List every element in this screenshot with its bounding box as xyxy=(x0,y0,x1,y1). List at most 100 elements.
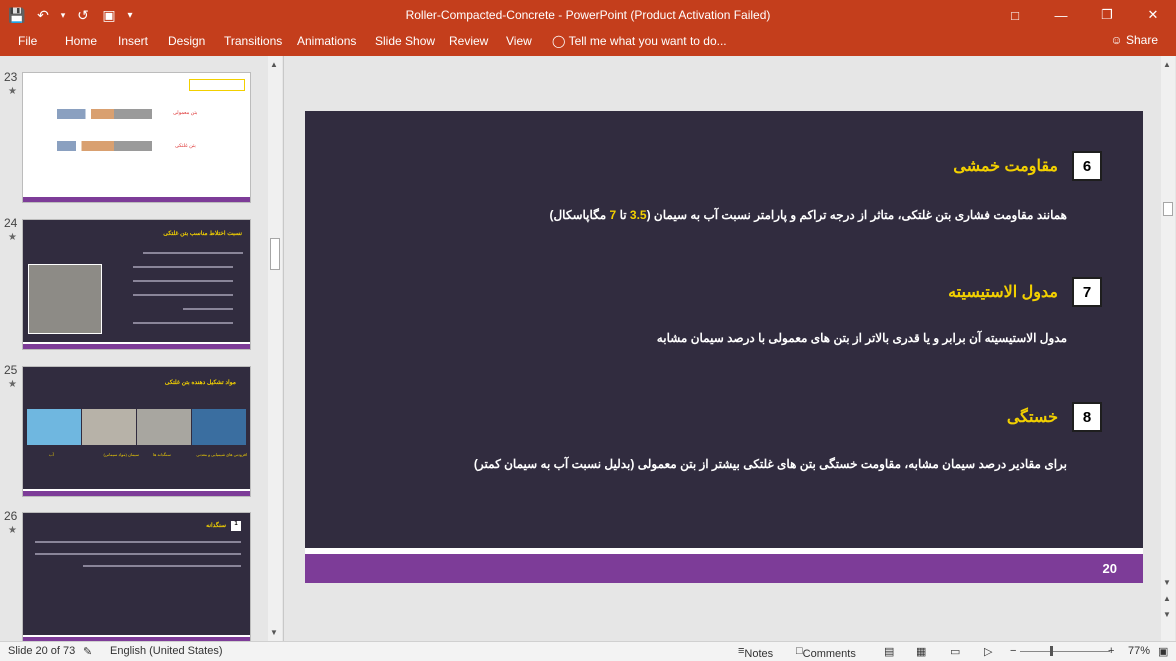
slide-item-7: 7 مدول الاستیسیته xyxy=(948,277,1102,307)
scroll-up-icon[interactable]: ▲ xyxy=(270,60,278,69)
current-slide[interactable]: 6 مقاومت خمشی همانند مقاومت فشاری بتن غل… xyxy=(305,111,1143,583)
slide-thumbnail-25[interactable]: مواد تشکیل دهنده بتن غلتکی افزودنی های ش… xyxy=(22,366,251,497)
thumbnail-text-line xyxy=(183,308,233,310)
thumbnail-caption: سیمان (مواد سیمانی) xyxy=(103,452,139,457)
thumbnail-number: 26 xyxy=(4,509,18,523)
slide-thumbnail-23[interactable]: بتن معمولی بتن غلتکی xyxy=(22,72,251,203)
animation-star-icon: ★ xyxy=(8,379,17,390)
slide-thumbnail-24[interactable]: نسبت اختلاط مناسب بتن غلتکی xyxy=(22,219,251,350)
reading-view-icon[interactable]: ▭ xyxy=(950,645,960,658)
slideshow-view-icon[interactable]: ▷ xyxy=(984,645,992,658)
thumbnail-title: سنگدانه xyxy=(206,523,226,529)
tab-design[interactable]: Design xyxy=(168,34,205,48)
ribbon-tabs: File Home Insert Design Transitions Anim… xyxy=(0,30,1176,56)
thumbnail-label: بتن غلتکی xyxy=(175,143,196,149)
thumbnail-text-line xyxy=(35,553,241,555)
person-icon: ☺ xyxy=(1110,33,1123,47)
thumbnail-mix-bar xyxy=(57,141,152,151)
tab-view[interactable]: View xyxy=(506,34,532,48)
tab-transitions[interactable]: Transitions xyxy=(224,34,282,48)
thumbnail-footer-band xyxy=(23,195,250,202)
tell-me-search[interactable]: ◯ Tell me what you want to do... xyxy=(552,34,727,48)
title-bar: 💾 ↶ ▾ ↺ ▣ ▾ Roller-Compacted-Concrete - … xyxy=(0,0,1176,30)
thumbnail-caption: آب xyxy=(49,452,54,457)
undo-icon[interactable]: ↶ xyxy=(32,4,54,26)
item-body: همانند مقاومت فشاری بتن غلتکی، متاثر از … xyxy=(549,208,1067,222)
thumbnail-mix-bar xyxy=(57,109,152,119)
item-body: برای مقادیر درصد سیمان مشابه، مقاومت خست… xyxy=(473,457,1067,471)
zoom-slider[interactable] xyxy=(1020,651,1110,652)
ribbon-options-icon[interactable]: □ xyxy=(992,0,1038,30)
comments-button[interactable]: □ Comments xyxy=(796,645,856,660)
tab-file[interactable]: File xyxy=(18,34,37,48)
language-indicator[interactable]: English (United States) xyxy=(110,645,223,657)
zoom-out-icon[interactable]: − xyxy=(1010,645,1016,657)
minimize-icon[interactable]: — xyxy=(1038,0,1084,30)
thumbnail-footer-band xyxy=(23,342,250,349)
quick-access-toolbar: 💾 ↶ ▾ ↺ ▣ ▾ xyxy=(6,4,136,26)
normal-view-icon[interactable]: ▤ xyxy=(884,645,894,658)
item-body: مدول الاستیسیته آن برابر و یا قدری بالات… xyxy=(656,331,1067,345)
item-heading: خستگی xyxy=(1006,409,1058,426)
tab-slide-show[interactable]: Slide Show xyxy=(375,34,435,48)
animation-star-icon: ★ xyxy=(8,525,17,536)
customize-qat-icon[interactable]: ▾ xyxy=(124,4,136,26)
tab-home[interactable]: Home xyxy=(65,34,97,48)
present-icon[interactable]: ▣ xyxy=(98,4,120,26)
next-slide-icon[interactable]: ▼ xyxy=(1163,610,1171,619)
zoom-in-icon[interactable]: + xyxy=(1108,645,1114,657)
item-number-box: 8 xyxy=(1072,402,1102,432)
previous-slide-icon[interactable]: ▲ xyxy=(1163,594,1171,603)
thumbnail-caption: سنگدانه ها xyxy=(153,452,171,457)
slide-counter: Slide 20 of 73 xyxy=(8,645,76,657)
tab-insert[interactable]: Insert xyxy=(118,34,148,48)
close-icon[interactable]: ✕ xyxy=(1130,0,1176,30)
footer-band: 20 xyxy=(305,554,1143,583)
save-icon[interactable]: 💾 xyxy=(6,4,28,26)
undo-dropdown-icon[interactable]: ▾ xyxy=(58,4,68,26)
thumbnail-text-line xyxy=(133,280,233,282)
editor-scrollbar[interactable]: ▲ ▼ ▲ ▼ xyxy=(1161,56,1175,641)
thumbnail-text-line xyxy=(83,565,241,567)
tab-review[interactable]: Review xyxy=(449,34,488,48)
thumbnail-title-box xyxy=(189,79,245,91)
thumbnail-title: نسبت اختلاط مناسب بتن غلتکی xyxy=(163,231,242,237)
thumbnail-footer-band xyxy=(23,489,250,496)
scrollbar-thumb[interactable] xyxy=(270,238,280,270)
item-number-box: 7 xyxy=(1072,277,1102,307)
slide-sorter-icon[interactable]: ▦ xyxy=(916,645,926,658)
zoom-level[interactable]: 77% xyxy=(1128,645,1150,657)
admixture-photo xyxy=(192,409,246,445)
thumbnail-title: مواد تشکیل دهنده بتن غلتکی xyxy=(164,380,236,386)
thumbnail-text-line xyxy=(35,541,241,543)
thumbnail-number: 24 xyxy=(4,216,18,230)
slide-thumbnail-pane: 23 ★ بتن معمولی بتن غلتکی 24 ★ نسبت اختل… xyxy=(0,56,284,643)
thumbnail-number: 23 xyxy=(4,70,18,84)
lightbulb-icon: ◯ xyxy=(552,34,566,48)
concrete-photo xyxy=(28,264,102,334)
slide-thumbnail-26[interactable]: 1 سنگدانه xyxy=(22,512,251,643)
scrollbar-thumb[interactable] xyxy=(1163,202,1173,216)
scroll-up-icon[interactable]: ▲ xyxy=(1163,60,1171,69)
redo-icon[interactable]: ↺ xyxy=(72,4,94,26)
spelling-icon[interactable]: ✎ xyxy=(83,645,92,658)
notes-button[interactable]: ≡ Notes xyxy=(738,645,773,660)
item-number-box: 6 xyxy=(1072,151,1102,181)
thumbnail-caption: افزودنی های شیمیایی و معدنی xyxy=(196,452,247,457)
thumbnail-text-line xyxy=(133,322,233,324)
scroll-down-icon[interactable]: ▼ xyxy=(1163,578,1171,587)
thumbnail-text-line xyxy=(143,252,243,254)
slide-item-8: 8 خستگی xyxy=(1007,402,1102,432)
share-button[interactable]: ☺ Share xyxy=(1110,33,1158,47)
thumbnail-scrollbar[interactable]: ▲ ▼ xyxy=(268,56,282,641)
cement-photo xyxy=(82,409,136,445)
tab-animations[interactable]: Animations xyxy=(297,34,356,48)
fit-to-window-icon[interactable]: ▣ xyxy=(1158,645,1168,658)
water-photo xyxy=(27,409,81,445)
zoom-slider-thumb[interactable] xyxy=(1050,646,1053,656)
maximize-icon[interactable]: ❐ xyxy=(1084,0,1130,30)
thumbnail-label: بتن معمولی xyxy=(173,110,198,116)
slide-page-number: 20 xyxy=(1102,561,1117,576)
aggregate-photo xyxy=(137,409,191,445)
scroll-down-icon[interactable]: ▼ xyxy=(270,628,278,637)
